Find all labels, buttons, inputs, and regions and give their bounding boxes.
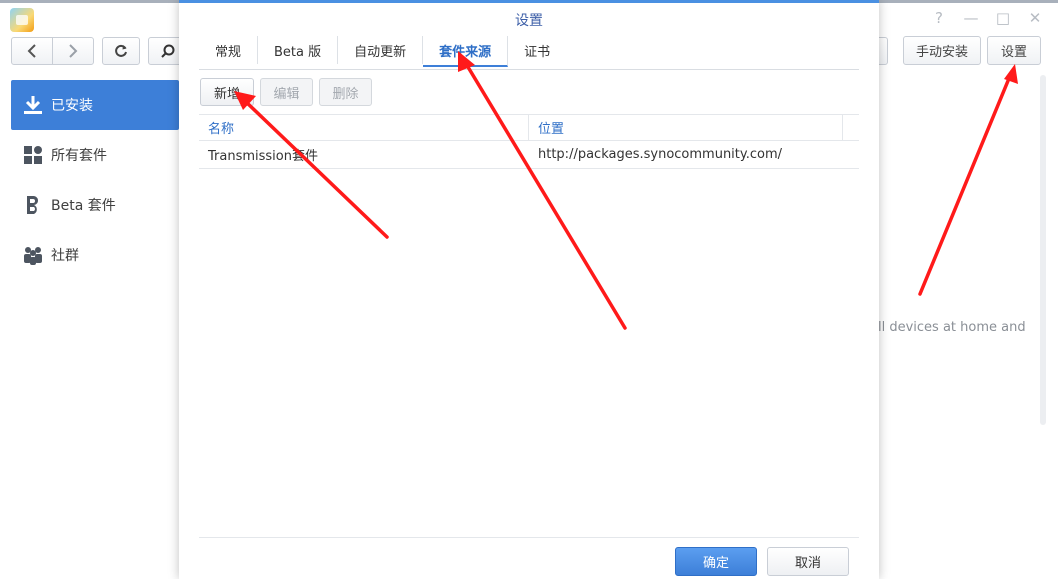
tab-auto-update[interactable]: 自动更新: [338, 36, 424, 64]
sidebar-item-label: Beta 套件: [51, 198, 116, 214]
cancel-button[interactable]: 取消: [767, 547, 849, 576]
table-row[interactable]: Transmission套件 http://packages.synocommu…: [199, 141, 859, 169]
background-description-text: ll devices at home and: [878, 320, 1026, 335]
back-button[interactable]: [11, 37, 53, 65]
settings-button[interactable]: 设置: [987, 36, 1041, 65]
sidebar-item-beta[interactable]: Beta 套件: [11, 180, 179, 230]
chevron-left-icon: [27, 44, 36, 58]
column-header-location[interactable]: 位置: [529, 115, 843, 140]
table-header: 名称 位置: [199, 114, 859, 141]
dialog-title: 设置: [515, 13, 543, 29]
help-icon[interactable]: ?: [930, 8, 948, 28]
delete-button[interactable]: 删除: [319, 78, 372, 106]
chevron-right-icon: [69, 44, 78, 58]
dialog-tabbar: 常规 Beta 版 自动更新 套件来源 证书: [199, 36, 859, 70]
tab-beta[interactable]: Beta 版: [258, 36, 339, 64]
tab-general[interactable]: 常规: [199, 36, 259, 64]
arrow-to-settings-button: [918, 64, 1018, 296]
search-icon: [161, 44, 175, 58]
grid-icon: [21, 143, 45, 167]
forward-button[interactable]: [52, 37, 94, 65]
beta-icon: [21, 193, 45, 217]
tab-certificate[interactable]: 证书: [508, 36, 566, 64]
sidebar-item-label: 社群: [51, 248, 79, 264]
sidebar-item-label: 所有套件: [51, 148, 107, 164]
sidebar-item-label: 已安装: [51, 98, 93, 114]
footer-divider: [199, 537, 859, 538]
minimize-icon[interactable]: —: [962, 8, 980, 28]
window-controls: ? — □ ✕: [930, 8, 1044, 28]
edit-button[interactable]: 编辑: [260, 78, 313, 106]
community-icon: [21, 243, 45, 267]
close-icon[interactable]: ✕: [1026, 8, 1044, 28]
cell-source-location: http://packages.synocommunity.com/: [538, 147, 783, 162]
package-center-app-icon: [10, 8, 34, 32]
cell-source-name: Transmission套件: [208, 149, 318, 164]
column-header-name[interactable]: 名称: [199, 115, 529, 140]
sidebar-item-community[interactable]: 社群: [11, 230, 179, 280]
sidebar-item-all-packages[interactable]: 所有套件: [11, 130, 179, 180]
settings-dialog: 设置 常规 Beta 版 自动更新 套件来源 证书 新增 编辑 删除 名称 位置…: [179, 0, 879, 579]
maximize-icon[interactable]: □: [994, 8, 1012, 28]
refresh-button[interactable]: [102, 37, 140, 65]
sidebar-item-installed[interactable]: 已安装: [11, 80, 179, 130]
sidebar: 已安装 所有套件 Beta 套件 社群: [11, 80, 179, 280]
add-button[interactable]: 新增: [200, 78, 254, 106]
manual-install-button[interactable]: 手动安装: [903, 36, 981, 65]
tab-package-sources[interactable]: 套件来源: [423, 36, 509, 67]
ok-button[interactable]: 确定: [675, 547, 757, 576]
download-icon: [21, 93, 45, 117]
background-scrollbar[interactable]: [1040, 75, 1046, 425]
column-header-spacer: [843, 115, 859, 140]
refresh-icon: [115, 44, 127, 57]
package-sources-table: 名称 位置 Transmission套件 http://packages.syn…: [199, 114, 859, 169]
